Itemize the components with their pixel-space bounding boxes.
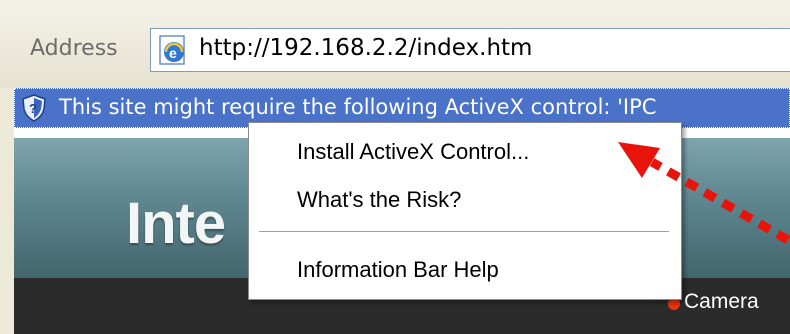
camera-link[interactable]: Camera [684,290,759,314]
window-left-frame [0,88,14,334]
svg-text:e: e [169,45,177,61]
menu-item-install-activex[interactable]: Install ActiveX Control... [297,139,529,165]
address-label: Address [30,36,118,61]
banner-title: Inte [126,191,226,256]
ie-page-icon: e [159,35,185,65]
url-text: http://192.168.2.2/index.htm [199,35,533,61]
svg-text:?: ? [29,101,37,116]
red-arrow-icon [618,142,790,244]
address-field[interactable]: e http://192.168.2.2/index.htm [150,28,790,72]
address-bar: Address e http://192.168.2.2/index.htm [0,0,790,89]
shield-question-icon: ? [22,94,46,122]
menu-item-information-bar-help[interactable]: Information Bar Help [297,257,499,283]
information-bar-text: This site might require the following Ac… [59,95,657,119]
menu-item-whats-the-risk[interactable]: What's the Risk? [297,187,461,213]
